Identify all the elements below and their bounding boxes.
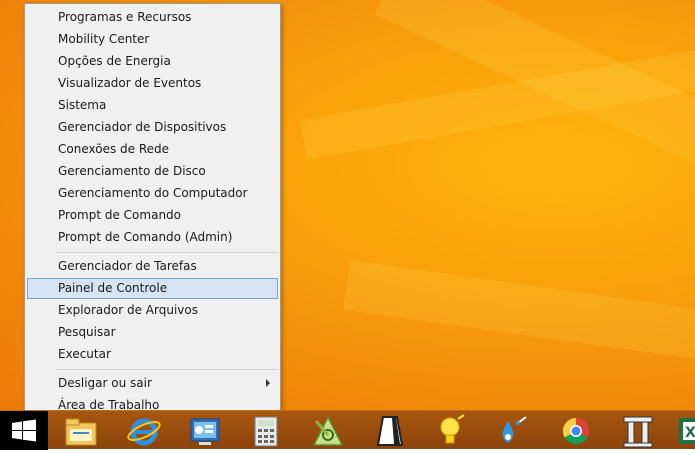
menu-item-label: Conexões de Rede [58,142,169,156]
menu-item-label: Opções de Energia [58,54,171,68]
menu-item-conexoes-de-rede[interactable]: Conexões de Rede [27,139,278,160]
submenu-arrow-icon [266,379,270,387]
chrome-icon [556,413,596,449]
geometry-app-button[interactable] [308,413,348,449]
menu-item-visualizador-de-eventos[interactable]: Visualizador de Eventos [27,73,278,94]
water-drop-app-button[interactable] [494,413,534,449]
remote-desktop-icon [185,413,225,449]
menu-item-explorador-de-arquivos[interactable]: Explorador de Arquivos [27,300,278,321]
menu-item-label: Prompt de Comando [58,208,181,222]
menu-item-painel-de-controle[interactable]: Painel de Controle [27,278,278,299]
menu-item-sistema[interactable]: Sistema [27,95,278,116]
inkscape-icon [370,413,410,449]
menu-item-pesquisar[interactable]: Pesquisar [27,322,278,343]
menu-item-label: Painel de Controle [58,281,167,295]
menu-item-label: Executar [58,347,111,361]
menu-item-gerenciamento-de-disco[interactable]: Gerenciamento de Disco [27,161,278,182]
calculator-button[interactable] [246,413,286,449]
taskbar: X [0,410,695,449]
svg-text:X: X [685,425,695,441]
quick-link-menu: Programas e Recursos Mobility Center Opçõe… [24,3,281,415]
menu-item-opcoes-de-energia[interactable]: Opções de Energia [27,51,278,72]
menu-item-label: Gerenciador de Tarefas [58,259,197,273]
menu-item-prompt-de-comando[interactable]: Prompt de Comando [27,205,278,226]
lightbulb-app-icon [432,413,472,449]
menu-item-label: Pesquisar [58,325,116,339]
water-drop-app-icon [494,413,534,449]
menu-item-label: Visualizador de Eventos [58,76,201,90]
menu-item-label: Gerenciador de Dispositivos [58,120,226,134]
calculator-icon [246,413,286,449]
remote-desktop-button[interactable] [185,413,225,449]
menu-separator [55,252,278,253]
menu-item-executar[interactable]: Executar [27,344,278,365]
menu-item-label: Explorador de Arquivos [58,303,198,317]
chrome-button[interactable] [556,413,596,449]
internet-explorer-button[interactable] [124,413,164,449]
lightbulb-app-button[interactable] [432,413,472,449]
menu-item-mobility-center[interactable]: Mobility Center [27,29,278,50]
menu-separator [55,369,278,370]
menu-item-programas-e-recursos[interactable]: Programas e Recursos [27,7,278,28]
menu-item-gerenciador-de-tarefas[interactable]: Gerenciador de Tarefas [27,256,278,277]
temple-app-button[interactable] [618,413,658,449]
menu-item-label: Gerenciamento de Disco [58,164,206,178]
file-explorer-button[interactable] [61,413,101,449]
start-button[interactable] [0,411,48,450]
wallpaper-ray [343,260,695,372]
internet-explorer-icon [124,413,164,449]
menu-item-label: Gerenciamento do Computador [58,186,248,200]
menu-item-label: Desligar ou sair [58,376,152,390]
windows-logo-icon [0,411,48,450]
menu-item-label: Programas e Recursos [58,10,191,24]
excel-button[interactable]: X [676,413,695,449]
temple-app-icon [618,413,658,449]
menu-item-label: Sistema [58,98,106,112]
inkscape-button[interactable] [370,413,410,449]
geometry-app-icon [308,413,348,449]
file-explorer-icon [61,413,101,449]
menu-item-prompt-de-comando-admin[interactable]: Prompt de Comando (Admin) [27,227,278,248]
excel-icon: X [676,413,695,449]
menu-item-desligar-ou-sair[interactable]: Desligar ou sair [27,373,278,394]
menu-item-label: Prompt de Comando (Admin) [58,230,232,244]
menu-item-gerenciador-de-dispositivos[interactable]: Gerenciador de Dispositivos [27,117,278,138]
menu-item-gerenciamento-do-computador[interactable]: Gerenciamento do Computador [27,183,278,204]
menu-item-label: Mobility Center [58,32,149,46]
